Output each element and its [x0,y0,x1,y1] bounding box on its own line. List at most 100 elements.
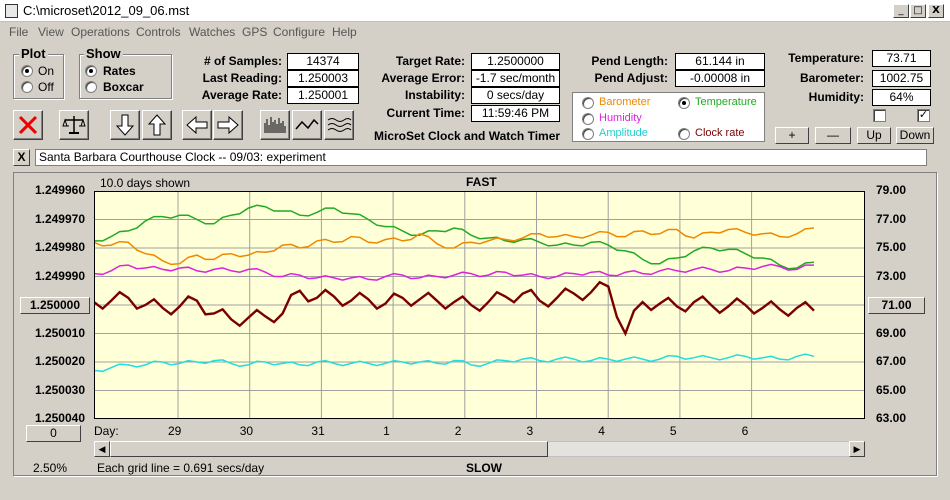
average-rate-field: 1.250001 [287,87,359,104]
last-reading-label: Last Reading: [202,71,282,85]
grid-note-label: Each grid line = 0.691 secs/day [97,461,265,475]
x-axis-tick-label: 30 [239,424,254,438]
menu-gps[interactable]: GPS [242,25,267,39]
x-axis-tick-label: 6 [741,424,749,438]
wave-lines-icon [327,118,352,132]
x-axis-tick-label: 3 [526,424,534,438]
arrow-down-icon [115,114,135,136]
show-boxcar-radio[interactable] [85,81,97,93]
scale-up-button[interactable]: Up [857,127,891,144]
balance-scale-icon [62,116,86,134]
arrow-left-button[interactable] [182,110,212,140]
left-axis-tick-label: 1.250020 [34,354,85,368]
scroll-right-button[interactable]: ▶ [849,441,865,457]
pend-length-label: Pend Length: [591,54,668,68]
x-axis-tick-label: 5 [669,424,677,438]
scale-minus-button[interactable]: — [815,127,851,144]
rate-chart-plot [94,191,865,419]
legend-humidity-radio[interactable] [582,113,594,125]
legend-temperature: Temperature [695,96,757,108]
window-title: C:\microset\2012_09_06.mst [23,3,190,18]
series-legend: Barometer Temperature Humidity Amplitude… [572,92,765,142]
watch-close-button[interactable]: X [13,149,30,166]
multi-line-button[interactable] [324,110,354,140]
x-axis-tick-label: 1 [383,424,390,438]
barometer-label: Barometer: [799,71,864,85]
left-axis-tick-label: 1.249980 [34,240,85,254]
arrow-right-button[interactable] [213,110,243,140]
fast-label: FAST [466,175,497,189]
checkbox-left[interactable] [873,109,886,122]
target-rate-label: Target Rate: [395,54,465,68]
left-axis-tick-label: 1.250040 [34,411,85,425]
minimize-button[interactable]: _ [893,4,909,18]
center-rate-button[interactable]: 1.250000 [20,297,90,314]
balance-button[interactable] [59,110,89,140]
menu-view[interactable]: View [38,25,64,39]
menu-configure[interactable]: Configure [273,25,325,39]
right-axis-tick-label: 63.00 [876,411,907,425]
arrow-left-icon [186,115,208,135]
legend-barometer: Barometer [599,96,651,108]
menu-controls[interactable]: Controls [136,25,181,39]
day-axis-label: Day: [94,424,119,438]
current-time-label: Current Time: [386,106,465,120]
zero-button[interactable]: 0 [26,425,81,442]
arrow-right-icon [217,115,239,135]
close-button[interactable]: X [928,4,944,18]
temperature-field: 73.71 [872,50,931,67]
right-axis-tick-label: 67.00 [876,354,907,368]
scroll-left-button[interactable]: ◀ [94,441,110,457]
pend-length-field: 61.144 in [675,53,765,70]
maximize-button[interactable]: □ [910,4,926,18]
scroll-thumb[interactable] [110,441,548,457]
watch-name-field[interactable]: Santa Barbara Courthouse Clock -- 09/03:… [35,149,927,166]
legend-amplitude-radio[interactable] [582,128,594,140]
instability-label: Instability: [404,88,465,102]
average-error-field: -1.7 sec/month [471,70,560,87]
plot-on-radio[interactable] [21,65,33,77]
histogram-button[interactable] [260,110,290,140]
scale-plus-button[interactable]: + [775,127,809,144]
stop-button[interactable] [13,110,43,140]
legend-amplitude: Amplitude [599,127,648,139]
menu-file[interactable]: File [9,25,28,39]
scale-down-button[interactable]: Down [896,127,934,144]
barometer-field: 1002.75 [872,70,931,87]
left-axis-tick-label: 1.249960 [34,183,85,197]
show-group-title: Show [84,46,123,61]
samples-label: # of Samples: [203,54,282,68]
legend-temperature-radio[interactable] [678,97,690,109]
menu-operations[interactable]: Operations [71,25,130,39]
show-rates-label: Rates [103,64,136,78]
humidity-field: 64% [872,89,931,106]
menu-watches[interactable]: Watches [189,25,235,39]
menu-bar: File View Operations Controls Watches GP… [0,23,950,41]
samples-field: 14374 [287,53,359,70]
show-boxcar-label: Boxcar [103,80,144,94]
red-x-icon [18,115,38,135]
arrow-up-button[interactable] [142,110,172,140]
last-reading-field: 1.250003 [287,70,359,87]
menu-help[interactable]: Help [332,25,357,39]
checkbox-right[interactable]: ✓ [917,109,930,122]
left-axis-tick-label: 1.250010 [34,325,85,340]
app-icon [5,4,18,18]
plot-on-label: On [38,64,55,78]
line-plot-button[interactable] [292,110,322,140]
app-title-label: MicroSet Clock and Watch Timer [374,129,561,143]
plot-off-radio[interactable] [21,81,33,93]
legend-barometer-radio[interactable] [582,97,594,109]
right-axis-tick-label: 69.00 [876,325,907,340]
pend-adjust-field[interactable]: -0.00008 in [675,70,765,87]
legend-humidity: Humidity [599,112,642,124]
right-axis-tick-label: 75.00 [876,240,907,254]
target-rate-field: 1.2500000 [471,53,560,70]
x-axis-tick-label: 4 [598,424,605,438]
show-rates-radio[interactable] [85,65,97,77]
arrow-down-button[interactable] [110,110,140,140]
pend-adjust-label: Pend Adjust: [594,71,668,85]
legend-clock-rate-radio[interactable] [678,128,690,140]
right-axis-tick-label: 77.00 [876,211,907,226]
center-temp-button[interactable]: 71.00 [868,297,925,314]
